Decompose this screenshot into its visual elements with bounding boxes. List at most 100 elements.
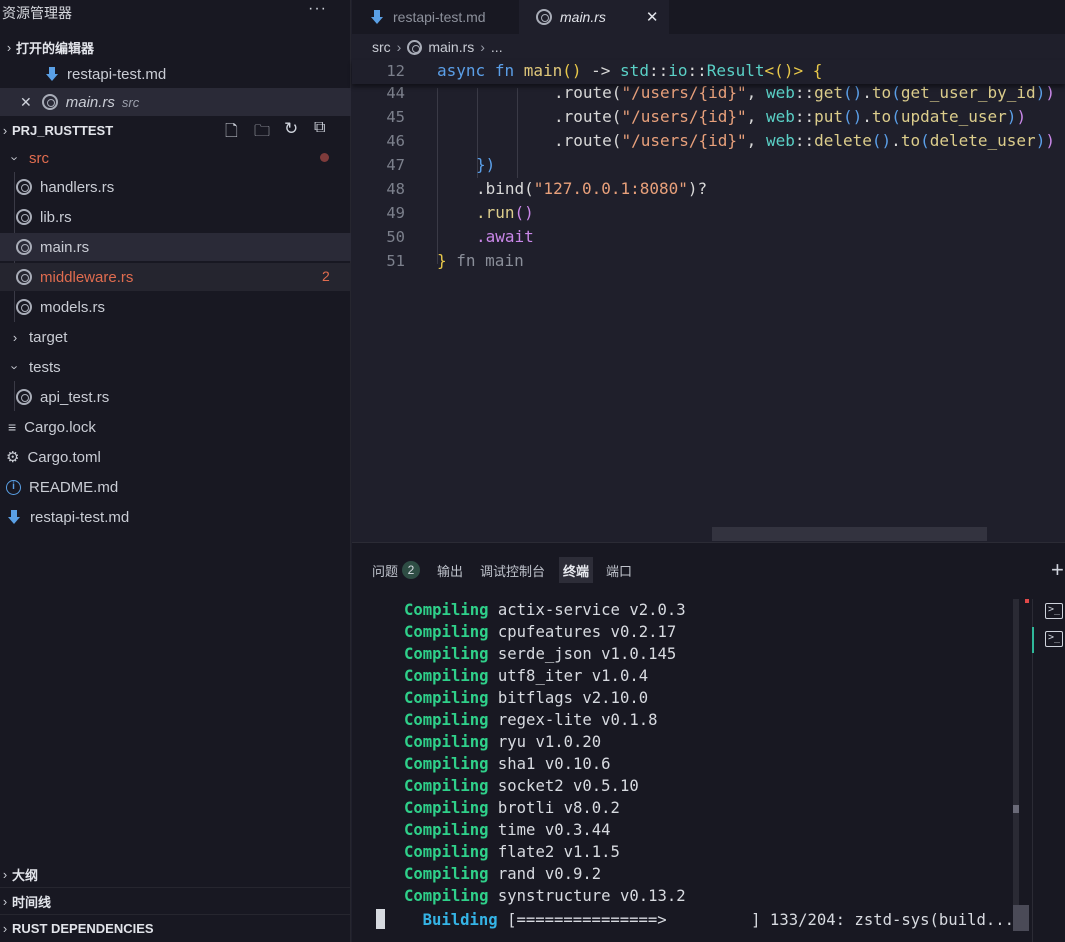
file-label: middleware.rs (40, 268, 134, 286)
tab-label: 输出 (437, 563, 464, 579)
tree-folder-src[interactable]: › src (0, 144, 351, 172)
tree-file-cargo-toml[interactable]: ⚙ Cargo.toml (0, 443, 351, 471)
open-editor-item-active[interactable]: ✕ main.rs src (0, 88, 351, 116)
open-editors-section[interactable]: › 打开的编辑器 (0, 33, 351, 61)
line-number: 50 (386, 228, 405, 246)
file-label: main.rs (40, 238, 90, 256)
editor-tab-bar: restapi-test.md main.rs ✕ (352, 0, 1065, 34)
horizontal-scrollbar[interactable] (712, 527, 987, 541)
rust-file-icon (16, 239, 32, 255)
folder-label: target (29, 328, 68, 346)
new-file-icon[interactable]: 🗋 (225, 120, 238, 147)
breadcrumb-item[interactable]: src (372, 39, 391, 55)
chevron-down-icon: › (7, 364, 23, 370)
chevron-right-icon: › (12, 329, 18, 345)
line-number: 49 (386, 204, 405, 222)
open-editor-folder-hint: src (121, 94, 140, 110)
terminal-line: Compiling serde_json v1.0.145 (404, 645, 677, 663)
tree-file-lib[interactable]: lib.rs (0, 203, 351, 231)
terminal-list: >_ >_ (1032, 599, 1065, 942)
sticky-scroll-header[interactable]: 12 async fn main() -> std::io::Result<()… (352, 60, 1065, 84)
chevron-right-icon: › (480, 39, 485, 55)
terminal-line: Compiling brotli v8.0.2 (404, 799, 620, 817)
new-folder-icon[interactable]: 🗀 (254, 120, 270, 147)
tab-label: main.rs (560, 9, 606, 25)
tab-label: 端口 (606, 563, 633, 579)
terminal-instance-icon[interactable]: >_ (1045, 603, 1063, 619)
breadcrumb: src › main.rs › ... (352, 34, 1065, 60)
add-terminal-icon[interactable]: + (1051, 557, 1064, 583)
scrollbar-marker (1013, 805, 1019, 813)
terminal-line: Compiling ryu v1.0.20 (404, 733, 602, 751)
code-line: .route("/users/{id}", web::delete().to(d… (554, 131, 1055, 150)
tree-folder-target[interactable]: › target (0, 323, 351, 351)
close-editor-icon[interactable]: ✕ (20, 94, 32, 111)
tree-file-restapi-md[interactable]: restapi-test.md (0, 503, 351, 531)
code-line: .route("/users/{id}", web::get().to(get_… (554, 83, 1055, 102)
file-label: models.rs (40, 298, 106, 316)
close-tab-icon[interactable]: ✕ (646, 8, 659, 26)
code-editor[interactable]: 44 .route("/users/{id}", web::get().to(g… (352, 60, 1065, 542)
tree-file-middleware[interactable]: middleware.rs 2 (0, 263, 351, 291)
line-number: 12 (386, 62, 405, 80)
markdown-file-icon (371, 10, 383, 24)
tree-file-readme[interactable]: i README.md (0, 473, 351, 501)
tree-file-main[interactable]: main.rs (0, 233, 351, 261)
file-label: Cargo.lock (24, 418, 96, 436)
terminal-line: Compiling sha1 v0.10.6 (404, 755, 611, 773)
rust-file-icon (407, 39, 423, 55)
info-icon: i (6, 479, 21, 495)
tab-debug-console[interactable]: 调试控制台 (480, 557, 545, 583)
open-editor-item[interactable]: restapi-test.md (0, 60, 351, 88)
tab-main-rs[interactable]: main.rs ✕ (519, 0, 669, 34)
timeline-section[interactable]: › 时间线 (0, 887, 351, 915)
code-line: .run() (476, 203, 534, 222)
rust-dependencies-title: RUST DEPENDENCIES (12, 921, 154, 936)
terminal-output[interactable]: Compiling actix-service v2.0.3 Compiling… (352, 599, 1017, 942)
file-label: Cargo.toml (27, 448, 101, 466)
problems-count: 2 (322, 268, 330, 284)
terminal-scrollbar-track[interactable] (1013, 599, 1019, 929)
terminal-line: Compiling time v0.3.44 (404, 821, 611, 839)
tree-file-api-test[interactable]: api_test.rs (0, 383, 351, 411)
tab-ports[interactable]: 端口 (606, 557, 632, 583)
more-actions-icon[interactable]: ··· (308, 0, 327, 18)
collapse-all-icon[interactable]: ⧉ (314, 119, 325, 137)
breadcrumb-item[interactable]: main.rs (428, 39, 474, 55)
rust-file-icon (536, 9, 552, 25)
refresh-icon[interactable]: ↻ (284, 119, 298, 139)
chevron-down-icon: › (7, 155, 23, 161)
indent-guide (437, 88, 438, 264)
tab-label: 终端 (563, 563, 590, 579)
tree-file-handlers[interactable]: handlers.rs (0, 173, 351, 201)
project-section[interactable]: › PRJ_RUSTTEST 🗋 🗀 ↻ ⧉ (0, 116, 351, 144)
chevron-right-icon: › (6, 39, 12, 55)
bottom-panel: 问题 2 输出 调试控制台 终端 端口 + Compiling actix-se… (352, 542, 1065, 942)
outline-section[interactable]: › 大纲 (0, 860, 351, 888)
code-line: .await (476, 227, 534, 246)
open-editor-label: main.rs (65, 93, 115, 111)
terminal-scrollbar-thumb[interactable] (1013, 905, 1029, 931)
rust-file-icon (16, 299, 32, 315)
line-number: 51 (386, 252, 405, 270)
rust-file-icon (16, 269, 32, 285)
terminal-line: Compiling regex-lite v0.1.8 (404, 711, 658, 729)
rust-dependencies-section[interactable]: › RUST DEPENDENCIES (0, 914, 351, 942)
terminal-instance-icon[interactable]: >_ (1045, 631, 1063, 647)
tab-problems[interactable]: 问题 2 (372, 557, 421, 583)
timeline-title: 时间线 (12, 895, 52, 910)
tree-file-cargo-lock[interactable]: ≡ Cargo.lock (0, 413, 351, 441)
scrollbar-error-marker (1025, 599, 1029, 603)
tree-folder-tests[interactable]: › tests (0, 353, 351, 381)
chevron-right-icon: › (2, 894, 8, 909)
tab-terminal[interactable]: 终端 (559, 557, 594, 583)
breadcrumb-item[interactable]: ... (491, 39, 503, 55)
problems-count-badge: 2 (402, 561, 421, 579)
tab-output[interactable]: 输出 (437, 557, 463, 583)
chevron-right-icon: › (2, 921, 8, 936)
chevron-down-icon: › (2, 122, 8, 138)
code-line: async fn main() -> std::io::Result<()> { (437, 61, 823, 80)
tab-restapi-test-md[interactable]: restapi-test.md (352, 0, 518, 34)
terminal-line: Compiling socket2 v0.5.10 (404, 777, 639, 795)
tree-file-models[interactable]: models.rs (0, 293, 351, 321)
